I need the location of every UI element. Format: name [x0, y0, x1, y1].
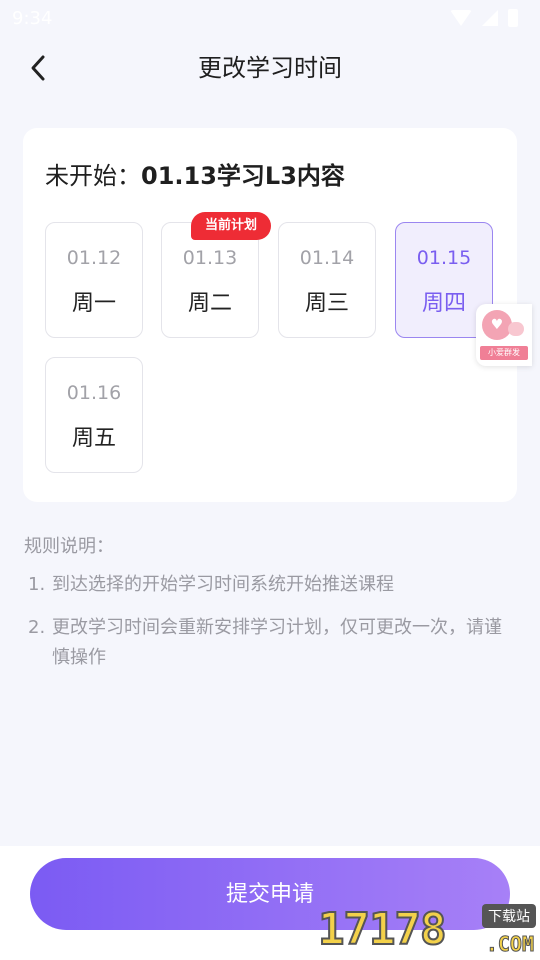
- back-button[interactable]: [20, 50, 56, 86]
- day-date: 01.16: [66, 382, 122, 404]
- day-date: 01.14: [299, 247, 355, 269]
- rule-text: 更改学习时间会重新安排学习计划，仅可更改一次，请谨慎操作: [52, 617, 502, 668]
- schedule-card: 未开始：01.13学习L3内容 01.12 周一 01.13 周二 01.14 …: [23, 128, 517, 502]
- day-option-0114[interactable]: 01.14 周三: [278, 222, 376, 338]
- signal-icon: [482, 10, 498, 26]
- day-date: 01.12: [66, 247, 122, 269]
- card-title: 未开始：01.13学习L3内容: [45, 156, 345, 191]
- rule-number: 1.: [28, 574, 46, 595]
- floating-widget-label: 小爱群发: [480, 346, 528, 360]
- status-bar: 9:34: [0, 0, 540, 36]
- rule-text: 到达选择的开始学习时间系统开始推送课程: [52, 574, 394, 595]
- bottom-bar: 提交申请: [0, 846, 540, 960]
- status-time: 9:34: [12, 7, 53, 29]
- day-weekday: 周一: [71, 291, 116, 316]
- card-title-prefix: 未开始：: [45, 162, 141, 190]
- heart-icon: ♥: [482, 310, 512, 340]
- day-option-0112[interactable]: 01.12 周一: [45, 222, 143, 338]
- chat-bubble-icon: [508, 322, 524, 336]
- wifi-icon: [450, 10, 472, 26]
- submit-button[interactable]: 提交申请: [30, 858, 510, 930]
- page-title: 更改学习时间: [198, 54, 342, 82]
- current-plan-badge: 当前计划: [191, 212, 271, 240]
- floating-widget[interactable]: ♥ 小爱群发: [476, 304, 532, 366]
- card-title-main: 01.13学习L3内容: [141, 162, 345, 190]
- day-weekday: 周三: [304, 291, 349, 316]
- day-weekday: 周五: [71, 426, 116, 451]
- rules-title: 规则说明：: [24, 536, 114, 557]
- day-date: 01.13: [182, 247, 238, 269]
- rule-item: 2. 更改学习时间会重新安排学习计划，仅可更改一次，请谨慎操作: [28, 613, 518, 673]
- chevron-left-icon: [31, 55, 45, 81]
- battery-icon: [508, 9, 518, 27]
- status-icons: [450, 9, 518, 27]
- rule-item: 1. 到达选择的开始学习时间系统开始推送课程: [28, 570, 518, 600]
- rule-number: 2.: [28, 617, 46, 638]
- nav-bar: 更改学习时间: [0, 36, 540, 100]
- day-date: 01.15: [416, 247, 472, 269]
- day-option-0116[interactable]: 01.16 周五: [45, 357, 143, 473]
- day-weekday: 周二: [187, 291, 232, 316]
